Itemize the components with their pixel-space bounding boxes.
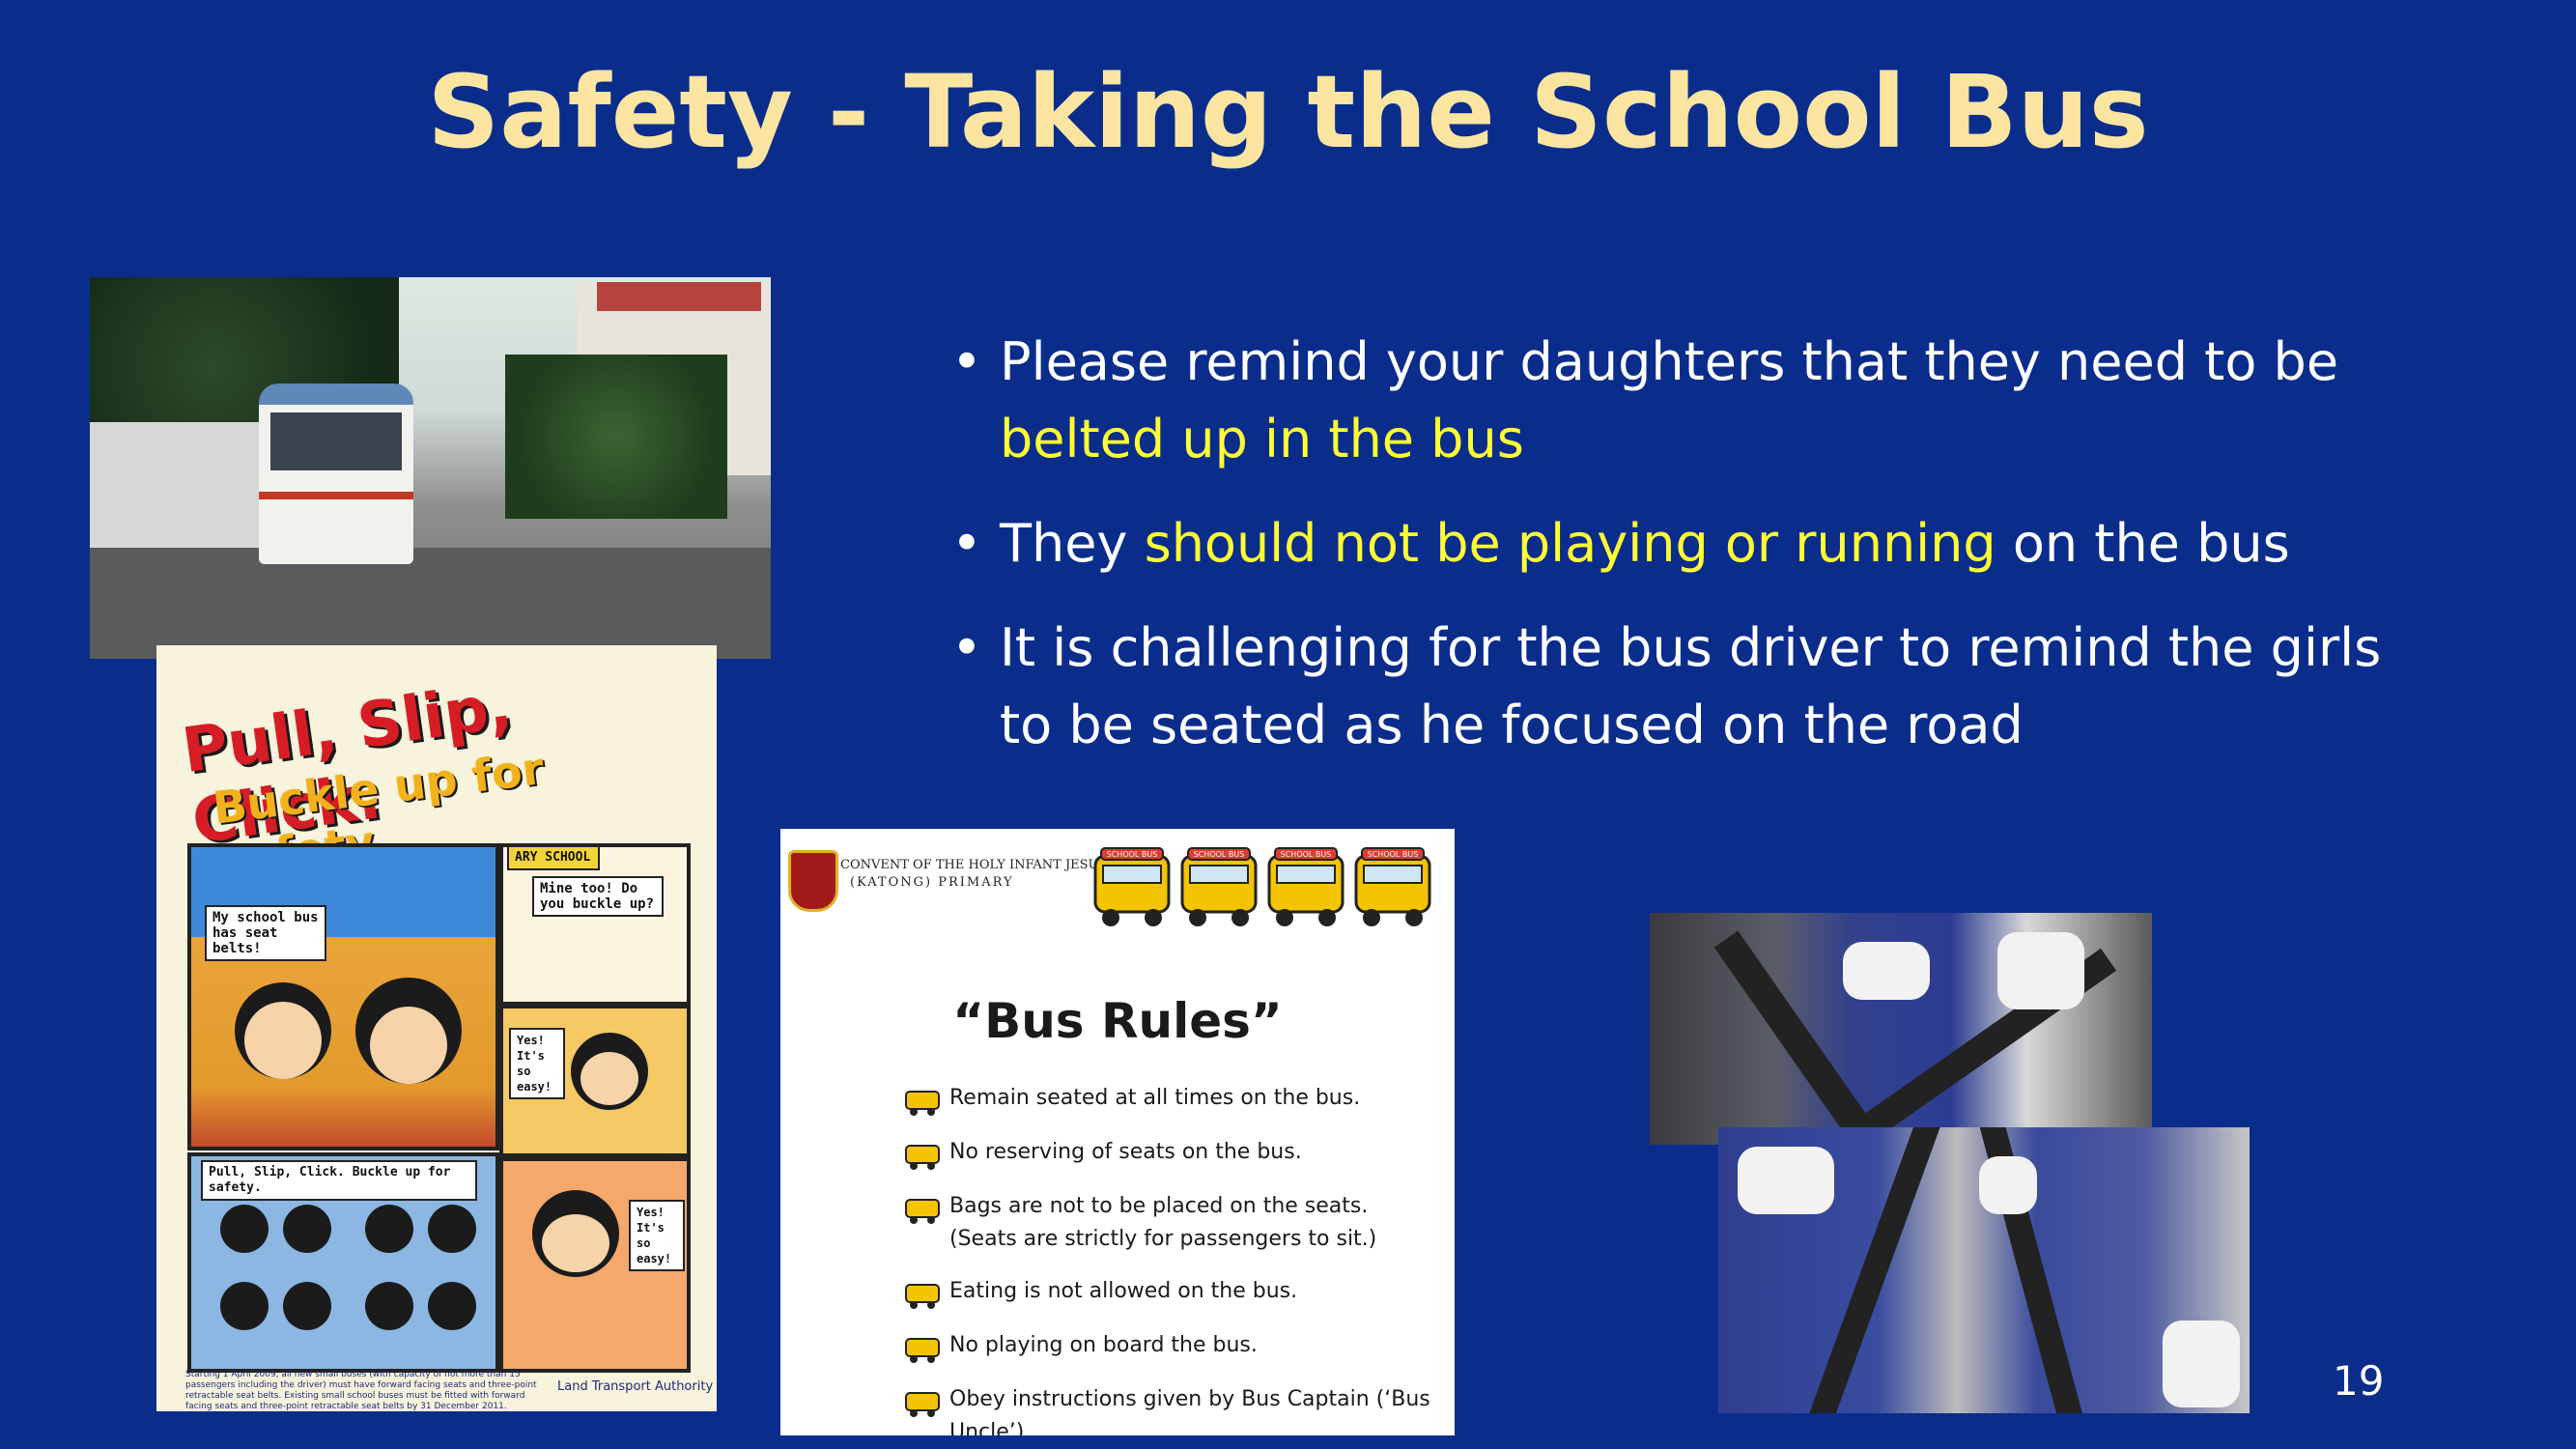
school-bus-icon: SCHOOL BUS (1093, 847, 1171, 926)
seatbelt-photo-1 (1650, 913, 2152, 1145)
bullet-item: • Please remind your daughters that they… (951, 324, 2400, 478)
seatbelt-photo-2 (1718, 1127, 2250, 1413)
page-number: 19 (2333, 1357, 2385, 1405)
school-bus-label: SCHOOL BUS (1368, 850, 1419, 859)
school-bus-icon: SCHOOL BUS (1267, 847, 1345, 926)
kid-2 (283, 1205, 331, 1253)
bullet-text-after: on the bus (1996, 513, 2290, 574)
photo-bag (2163, 1321, 2240, 1407)
school-crest-icon (788, 850, 838, 912)
bullet-highlight: should not be playing or running (1144, 513, 1996, 574)
bus-rules-heading: “Bus Rules” (952, 993, 1283, 1049)
rule-item: Obey instructions given by Bus Captain (… (949, 1387, 1430, 1435)
poster-bubble-1: My school bus has seat belts! (205, 905, 326, 961)
kid-3 (365, 1205, 413, 1253)
school-bus-icon: SCHOOL BUS (1180, 847, 1258, 926)
mini-bus-icon (905, 1199, 940, 1224)
bullet-item: • It is challenging for the bus driver t… (951, 610, 2400, 764)
mini-bus-icon (905, 1284, 940, 1309)
photo-trees-right (505, 355, 727, 519)
poster-caption: Pull, Slip, Click. Buckle up for safety. (201, 1160, 477, 1201)
bullet-list: • Please remind your daughters that they… (951, 324, 2400, 791)
bullet-item: • They should not be playing or running … (951, 505, 2400, 582)
school-bus-label: SCHOOL BUS (1194, 850, 1245, 859)
buckle-up-poster: Pull, Slip, Click. Buckle up for safety.… (156, 645, 717, 1411)
poster-panel-4: Pull, Slip, Click. Buckle up for safety. (187, 1152, 499, 1373)
kid-4 (428, 1205, 476, 1253)
poster-panel-3: Yes! It's so easy! (499, 1005, 691, 1157)
poster-bubble-2: Mine too! Do you buckle up? (532, 876, 664, 917)
school-bus-icon: SCHOOL BUS (1354, 847, 1431, 926)
bus-rules-card: CONVENT OF THE HOLY INFANT JESUS (KATONG… (780, 829, 1455, 1435)
school-bus-label: SCHOOL BUS (1107, 850, 1158, 859)
kid-8 (428, 1282, 476, 1330)
school-name-line2: (KATONG) PRIMARY (850, 875, 1014, 890)
rule-item: Eating is not allowed on the bus. (949, 1279, 1298, 1303)
poster-school-sign: ARY SCHOOL (507, 845, 600, 870)
photo-sleeve (1843, 942, 1930, 1000)
rule-item: Remain seated at all times on the bus. (949, 1086, 1361, 1110)
rule-item: No reserving of seats on the bus. (949, 1140, 1302, 1164)
girl-face-2 (580, 1052, 638, 1105)
bus-window (270, 412, 402, 470)
bus-stripe (259, 492, 413, 499)
mini-bus-icon (905, 1392, 940, 1417)
kid-6 (283, 1282, 331, 1330)
rule-item: Bags are not to be placed on the seats. (949, 1194, 1369, 1218)
rule-item-note: (Seats are strictly for passengers to si… (949, 1227, 1377, 1251)
rule-item: No playing on board the bus. (949, 1333, 1258, 1357)
photo-roof (597, 282, 761, 311)
bullet-dot: • (951, 331, 982, 392)
poster-panel-2: ARY SCHOOL Mine too! Do you buckle up? (499, 843, 691, 1006)
poster-panel-1: My school bus has seat belts! (187, 843, 499, 1151)
mini-bus-icon (905, 1091, 940, 1116)
poster-bubble-3: Yes! It's so easy! (509, 1028, 565, 1099)
bullet-dot: • (951, 617, 982, 678)
kid-7 (365, 1282, 413, 1330)
bus-street-photo (90, 277, 771, 659)
poster-panel-5: Yes! It's so easy! (499, 1157, 691, 1373)
mini-bus-icon (905, 1338, 940, 1363)
bullet-text: Please remind your daughters that they n… (1000, 331, 2339, 392)
kid-1 (220, 1205, 269, 1253)
boy-face-2 (542, 1214, 609, 1272)
girl-face (370, 1007, 447, 1084)
photo-sleeve (1997, 932, 2084, 1009)
photo-sleeve (1979, 1156, 2037, 1214)
bullet-dot: • (951, 513, 982, 574)
kid-5 (220, 1282, 269, 1330)
photo-school-bus (259, 384, 413, 564)
slide-title: Safety - Taking the School Bus (427, 53, 2149, 171)
poster-bubble-4: Yes! It's so easy! (629, 1200, 685, 1271)
school-name: CONVENT OF THE HOLY INFANT JESUS (840, 858, 1108, 872)
poster-authority: Land Transport Authority (557, 1379, 714, 1394)
photo-sleeve (1738, 1147, 1834, 1214)
bullet-highlight: belted up in the bus (1000, 409, 1524, 469)
poster-footnote: Starting 1 April 2009, all new small bus… (185, 1370, 537, 1411)
school-bus-label: SCHOOL BUS (1281, 850, 1332, 859)
boy-face (244, 1002, 322, 1079)
bullet-text: They (1000, 513, 1145, 574)
mini-bus-icon (905, 1145, 940, 1170)
bullet-text: It is challenging for the bus driver to … (1000, 617, 2382, 755)
photo-road (90, 548, 771, 659)
